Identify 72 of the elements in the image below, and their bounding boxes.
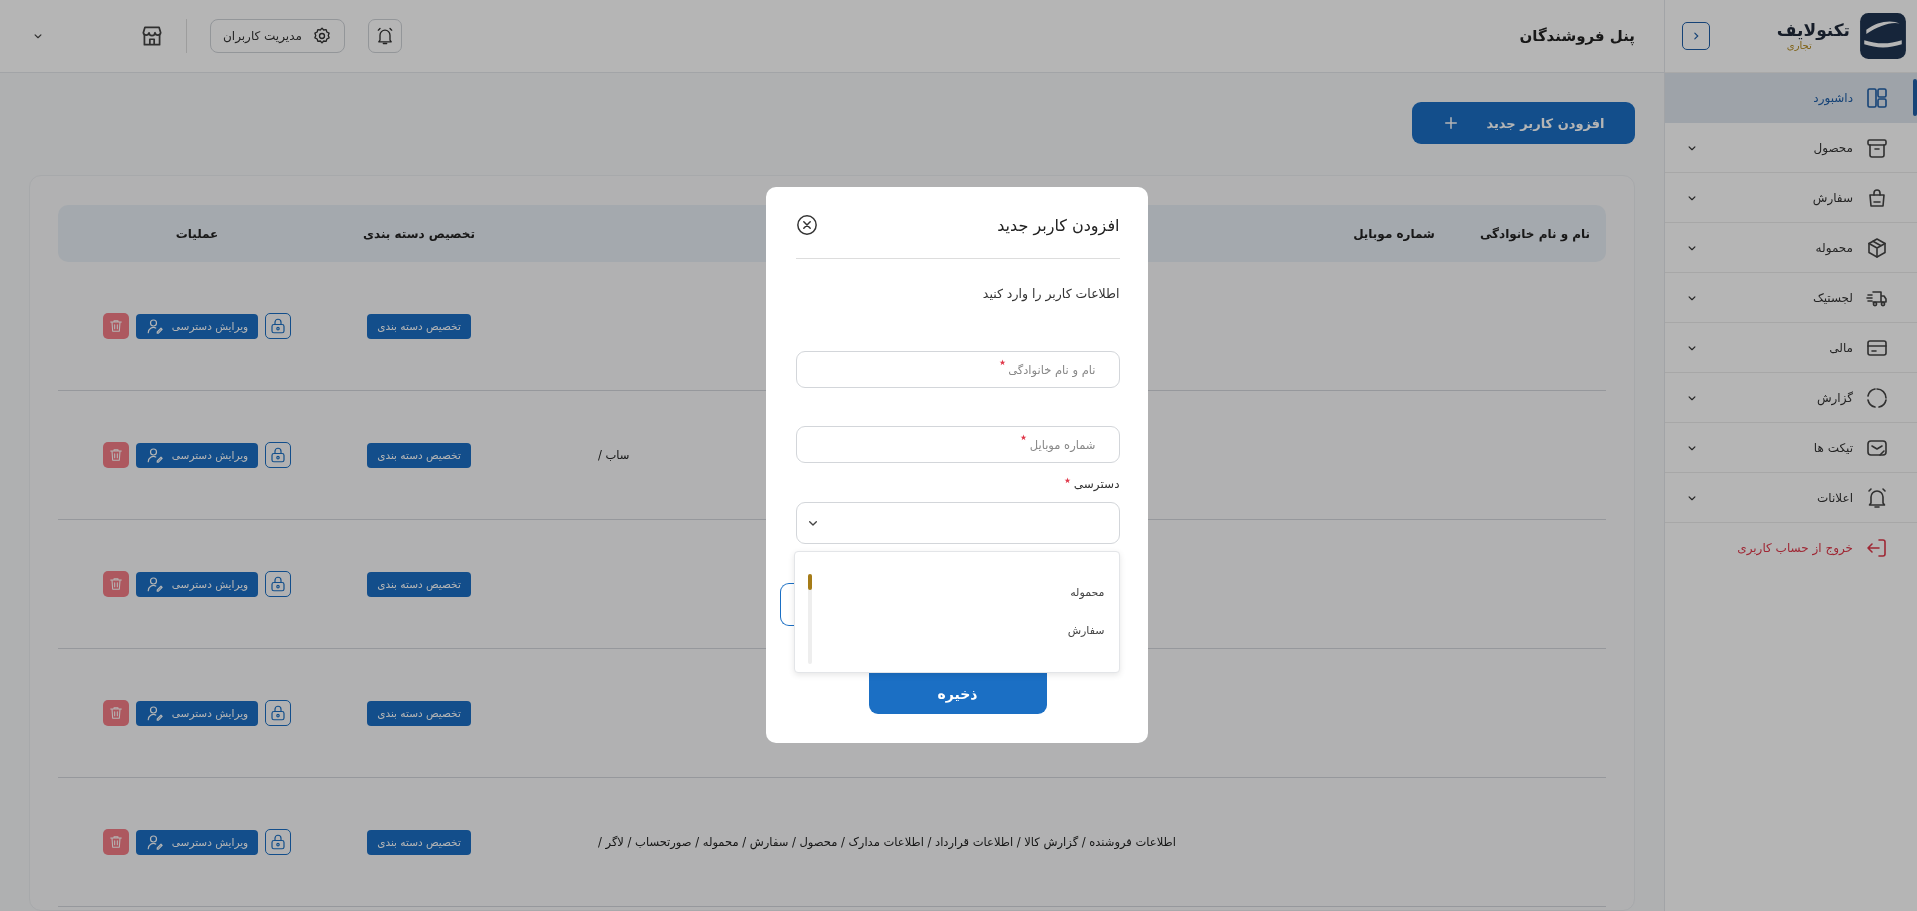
trash-icon	[107, 447, 124, 463]
scrollbar[interactable]	[807, 574, 812, 664]
trash-icon	[107, 705, 124, 721]
dropdown-option[interactable]: محموله	[1067, 586, 1105, 606]
dialog-title: افزودن کاربر جدید	[997, 215, 1120, 235]
access-list-text: اطلاعات فروشنده / گزارش کالا / اطلاعات قرارداد / اطلاعات مدارک / محصول / سفارش / محموله / صورتحساب / لاگر /	[598, 835, 1176, 849]
sidebar-item[interactable]: مالی	[1665, 323, 1917, 373]
lock-icon	[269, 833, 288, 851]
edit-access-button[interactable]: ویرایش دسترسی	[135, 442, 259, 468]
trash-icon	[107, 318, 124, 334]
user-edit-icon	[145, 833, 164, 851]
lock-button[interactable]	[265, 829, 292, 855]
settings-icon	[311, 26, 332, 46]
input-field[interactable]: شماره موبایل	[795, 426, 1120, 463]
sidebar-item[interactable]: لجستیک	[1665, 273, 1917, 323]
lock-button[interactable]	[265, 313, 292, 339]
add-user-button[interactable]: افزودن کاربر جدید	[1412, 102, 1635, 144]
column-header: عملیات	[174, 226, 220, 241]
assign-category-button[interactable]: تخصیص دسته بندی	[367, 700, 471, 726]
trash-icon	[107, 834, 124, 850]
delete-button[interactable]	[102, 313, 129, 339]
package-icon	[1865, 235, 1889, 260]
delete-button[interactable]	[102, 571, 129, 597]
lock-icon	[269, 446, 288, 464]
column-header: تخصیص دسته بندی	[361, 226, 477, 241]
field-label: دسترسی	[1073, 477, 1120, 491]
bell-icon	[1865, 485, 1889, 510]
sidebar-item[interactable]: سفارش	[1665, 173, 1917, 223]
lock-icon	[269, 317, 288, 335]
logout-link[interactable]: خروج از حساب کاربری	[1665, 523, 1917, 572]
edit-access-button[interactable]: ویرایش دسترسی	[135, 829, 259, 855]
user-edit-icon	[145, 704, 164, 722]
edit-access-button[interactable]: ویرایش دسترسی	[135, 700, 259, 726]
user-edit-icon	[145, 446, 164, 464]
dropdown-option[interactable]: سفارش	[1067, 624, 1105, 644]
close-icon[interactable]	[795, 214, 818, 236]
sidebar-item[interactable]: داشبورد	[1665, 73, 1917, 123]
lock-icon	[269, 704, 288, 722]
delete-button[interactable]	[102, 700, 129, 726]
assign-category-button[interactable]: تخصیص دسته بندی	[367, 313, 471, 339]
collapse-button[interactable]	[1682, 22, 1710, 50]
delete-button[interactable]	[102, 829, 129, 855]
delete-button[interactable]	[102, 442, 129, 468]
lock-button[interactable]	[265, 700, 292, 726]
sidebar-item[interactable]: اعلانات	[1665, 473, 1917, 523]
lock-icon	[269, 575, 288, 593]
brand-name: تکنولایف	[1776, 20, 1850, 40]
trash-icon	[107, 576, 124, 592]
user-management-button[interactable]: مدیریت کاربران	[210, 19, 345, 53]
input-field[interactable]: نام و نام خانوادگی	[795, 351, 1120, 388]
sidebar-item[interactable]: محموله	[1665, 223, 1917, 273]
sidebar-item[interactable]: تیکت ها	[1665, 423, 1917, 473]
page-title: پنل فروشندگان	[1519, 27, 1635, 45]
sidebar-item[interactable]: محصول	[1665, 123, 1917, 173]
logo-icon	[1858, 11, 1908, 61]
notification-button[interactable]	[367, 19, 402, 53]
assign-category-button[interactable]: تخصیص دسته بندی	[367, 571, 471, 597]
column-header: شماره موبایل	[1352, 226, 1436, 241]
user-edit-icon	[145, 575, 164, 593]
column-header: نام و نام خانوادگی	[1478, 226, 1592, 241]
lock-button[interactable]	[265, 442, 292, 468]
access-list-text: ساب /	[598, 448, 630, 462]
user-edit-icon	[145, 317, 164, 335]
sidebar-item[interactable]: گزارش	[1665, 373, 1917, 423]
brand-tagline: تجاری	[1786, 40, 1812, 52]
assign-category-button[interactable]: تخصیص دسته بندی	[367, 829, 471, 855]
assign-category-button[interactable]: تخصیص دسته بندی	[367, 442, 471, 468]
dashboard-icon	[1865, 85, 1889, 110]
edit-access-button[interactable]: ویرایش دسترسی	[135, 313, 259, 339]
dialog-subtitle: اطلاعات کاربر را وارد کنید	[981, 286, 1120, 304]
edit-access-button[interactable]: ویرایش دسترسی	[135, 571, 259, 597]
lock-button[interactable]	[265, 571, 292, 597]
